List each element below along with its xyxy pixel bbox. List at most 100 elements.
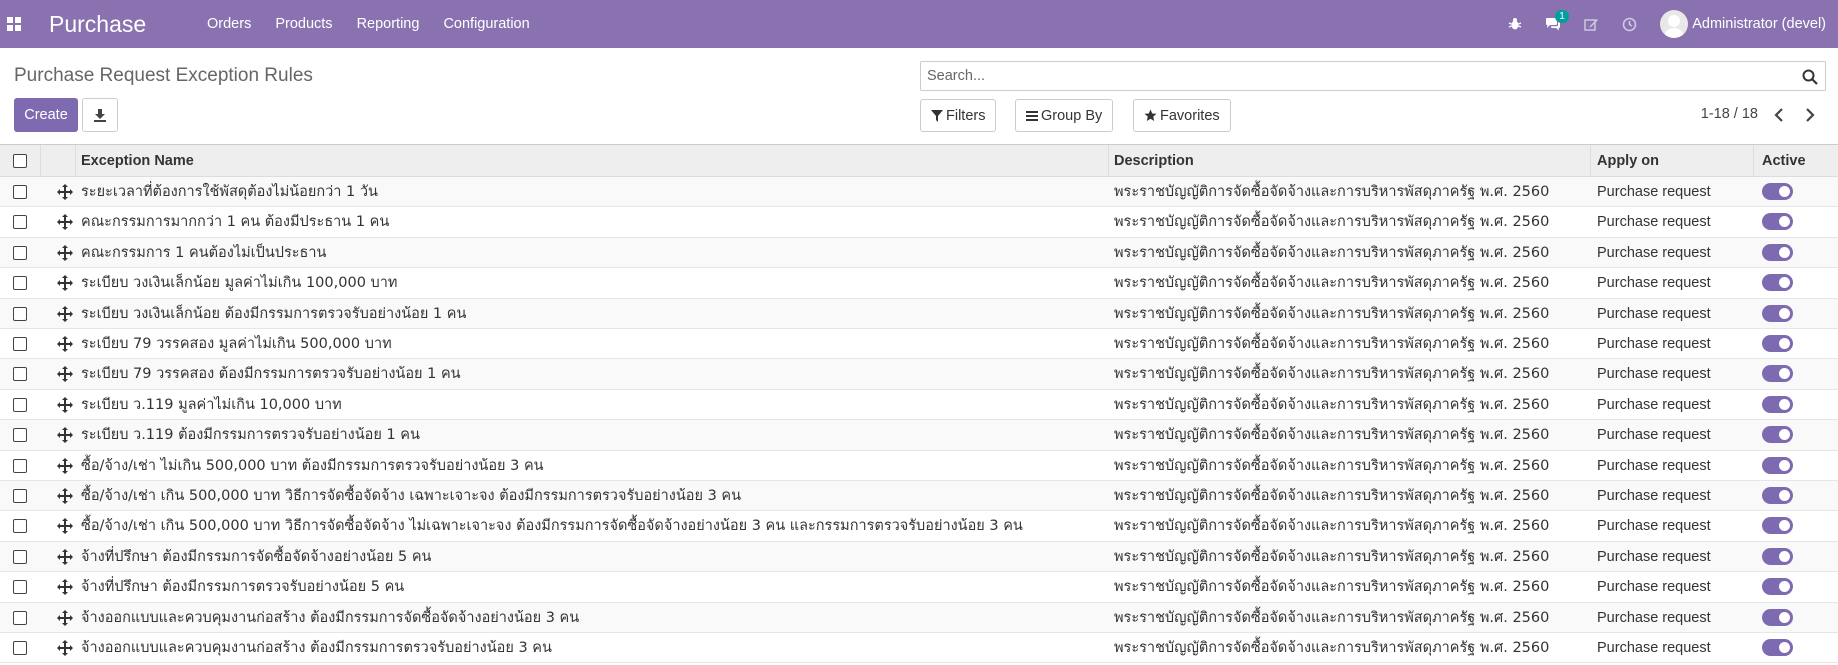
active-toggle[interactable]: [1762, 487, 1793, 504]
row-checkbox[interactable]: [13, 306, 27, 321]
export-button[interactable]: [82, 98, 118, 132]
menu-item-reporting[interactable]: Reporting: [345, 16, 432, 32]
drag-handle-icon[interactable]: [57, 305, 73, 322]
search-input[interactable]: [921, 62, 1825, 90]
table-row[interactable]: จ้างออกแบบและควบคุมงานก่อสร้าง ต้องมีกรร…: [0, 602, 1838, 633]
table-row[interactable]: จ้างออกแบบและควบคุมงานก่อสร้าง ต้องมีกรร…: [0, 633, 1838, 664]
active-toggle[interactable]: [1762, 608, 1793, 626]
message-count-badge: 1: [1555, 10, 1569, 23]
table-row[interactable]: ซื้อ/จ้าง/เช่า ไม่เกิน 500,000 บาท ต้องม…: [0, 451, 1838, 481]
row-checkbox[interactable]: [13, 641, 27, 655]
drag-handle-icon[interactable]: [57, 488, 73, 504]
row-checkbox[interactable]: [13, 580, 27, 595]
active-toggle[interactable]: [1762, 517, 1793, 535]
table-row[interactable]: จ้างที่ปรึกษา ต้องมีกรรมการจัดซื้อจัดจ้า…: [0, 541, 1838, 573]
edit-icon[interactable]: [1572, 0, 1610, 48]
pager-value[interactable]: 1-18 / 18: [1701, 106, 1758, 122]
row-checkbox[interactable]: [13, 519, 27, 534]
drag-handle-icon[interactable]: [57, 609, 73, 626]
table-row[interactable]: ซื้อ/จ้าง/เช่า เกิน 500,000 บาท วิธีการจ…: [0, 481, 1838, 512]
pager-previous-button[interactable]: [1767, 102, 1791, 128]
column-header-active[interactable]: Active: [1762, 145, 1806, 177]
table-row[interactable]: ระยะเวลาที่ต้องการใช้พัสดุต้องไม่น้อยกว่…: [0, 177, 1838, 208]
active-toggle[interactable]: [1762, 335, 1793, 352]
drag-handle-icon[interactable]: [57, 579, 73, 596]
exception-name-cell: จ้างออกแบบและควบคุมงานก่อสร้าง ต้องมีกรร…: [81, 640, 552, 656]
row-checkbox[interactable]: [13, 428, 27, 443]
group-by-button[interactable]: Group By: [1015, 99, 1114, 132]
drag-handle-icon[interactable]: [57, 275, 73, 292]
menu-item-orders[interactable]: Orders: [195, 16, 263, 32]
row-checkbox[interactable]: [13, 215, 27, 230]
drag-handle-icon[interactable]: [57, 518, 73, 535]
description-cell: พระราชบัญญัติการจัดซื้อจัดจ้างและการบริห…: [1114, 184, 1550, 200]
row-checkbox[interactable]: [13, 367, 27, 382]
avatar: [1660, 10, 1689, 38]
search-icon[interactable]: [1801, 68, 1819, 86]
row-checkbox[interactable]: [13, 276, 27, 291]
user-name: Administrator (devel): [1692, 16, 1826, 32]
active-toggle[interactable]: [1762, 639, 1793, 656]
row-checkbox[interactable]: [13, 458, 27, 473]
active-toggle[interactable]: [1762, 578, 1793, 596]
table-row[interactable]: คณะกรรมการ 1 คนต้องไม่เป็นประธาน พระราชบั…: [0, 237, 1838, 269]
exception-name-cell: ระยะเวลาที่ต้องการใช้พัสดุต้องไม่น้อยกว่…: [81, 184, 378, 200]
table-row[interactable]: ระเบียบ ว.119 ต้องมีกรรมการตรวจรับอย่างน…: [0, 420, 1838, 451]
pager-next-button[interactable]: [1798, 102, 1822, 128]
row-checkbox[interactable]: [13, 245, 27, 260]
filters-button[interactable]: Filters: [920, 99, 997, 132]
table-row[interactable]: จ้างที่ปรึกษา ต้องมีกรรมการตรวจรับอย่างน…: [0, 572, 1838, 603]
table-row[interactable]: ระเบียบ วงเงินเล็กน้อย ต้องมีกรรมการตรวจ…: [0, 298, 1838, 329]
row-checkbox[interactable]: [13, 337, 27, 351]
column-header-exception-name[interactable]: Exception Name: [81, 145, 194, 177]
active-toggle[interactable]: [1762, 456, 1793, 474]
table-row[interactable]: ระเบียบ วงเงินเล็กน้อย มูลค่าไม่เกิน 100…: [0, 268, 1838, 299]
column-header-apply-on[interactable]: Apply on: [1597, 145, 1659, 177]
table-row[interactable]: คณะกรรมการมากกว่า 1 คน ต้องมีประธาน 1 คน…: [0, 207, 1838, 238]
column-header-description[interactable]: Description: [1114, 145, 1194, 177]
clock-icon[interactable]: [1610, 0, 1648, 48]
select-all-checkbox[interactable]: [13, 154, 27, 168]
active-toggle[interactable]: [1762, 274, 1793, 292]
chevron-left-icon: [1774, 108, 1783, 122]
chat-icon[interactable]: 1: [1534, 0, 1572, 48]
active-toggle[interactable]: [1762, 547, 1793, 565]
active-toggle[interactable]: [1762, 304, 1793, 322]
row-checkbox[interactable]: [13, 489, 27, 503]
row-checkbox[interactable]: [13, 610, 27, 625]
active-toggle[interactable]: [1762, 183, 1793, 200]
drag-handle-icon[interactable]: [57, 548, 73, 565]
favorites-button[interactable]: Favorites: [1133, 99, 1231, 132]
active-toggle[interactable]: [1762, 213, 1793, 231]
app-title[interactable]: Purchase: [49, 11, 195, 38]
menu-item-products[interactable]: Products: [263, 16, 344, 32]
active-toggle[interactable]: [1762, 395, 1793, 413]
drag-handle-icon[interactable]: [57, 396, 73, 413]
active-toggle[interactable]: [1762, 426, 1793, 444]
drag-handle-icon[interactable]: [57, 336, 73, 352]
drag-handle-icon[interactable]: [57, 214, 73, 231]
apps-menu-button[interactable]: [0, 0, 28, 48]
menu-item-configuration[interactable]: Configuration: [431, 16, 541, 32]
drag-handle-icon[interactable]: [57, 640, 73, 656]
drag-handle-icon[interactable]: [57, 244, 73, 261]
drag-handle-icon[interactable]: [57, 457, 73, 474]
search-box: [920, 61, 1826, 91]
bug-icon[interactable]: [1496, 0, 1534, 48]
description-cell: พระราชบัญญัติการจัดซื้อจัดจ้างและการบริห…: [1114, 366, 1550, 383]
drag-handle-icon[interactable]: [57, 427, 73, 444]
drag-handle-icon[interactable]: [57, 184, 73, 200]
create-button[interactable]: Create: [14, 98, 78, 132]
drag-handle-icon[interactable]: [57, 366, 73, 383]
row-checkbox[interactable]: [13, 397, 27, 412]
table-row[interactable]: ซื้อ/จ้าง/เช่า เกิน 500,000 บาท วิธีการจ…: [0, 511, 1838, 542]
active-toggle[interactable]: [1762, 365, 1793, 383]
table-row[interactable]: ระเบียบ 79 วรรคสอง ต้องมีกรรมการตรวจรับอ…: [0, 359, 1838, 390]
apply-on-cell: Purchase request: [1597, 214, 1711, 231]
user-menu[interactable]: Administrator (devel): [1648, 10, 1838, 38]
row-checkbox[interactable]: [13, 185, 27, 199]
table-row[interactable]: ระเบียบ ว.119 มูลค่าไม่เกิน 10,000 บาท พร…: [0, 390, 1838, 421]
table-row[interactable]: ระเบียบ 79 วรรคสอง มูลค่าไม่เกิน 500,000…: [0, 329, 1838, 360]
row-checkbox[interactable]: [13, 549, 27, 564]
active-toggle[interactable]: [1762, 243, 1793, 261]
